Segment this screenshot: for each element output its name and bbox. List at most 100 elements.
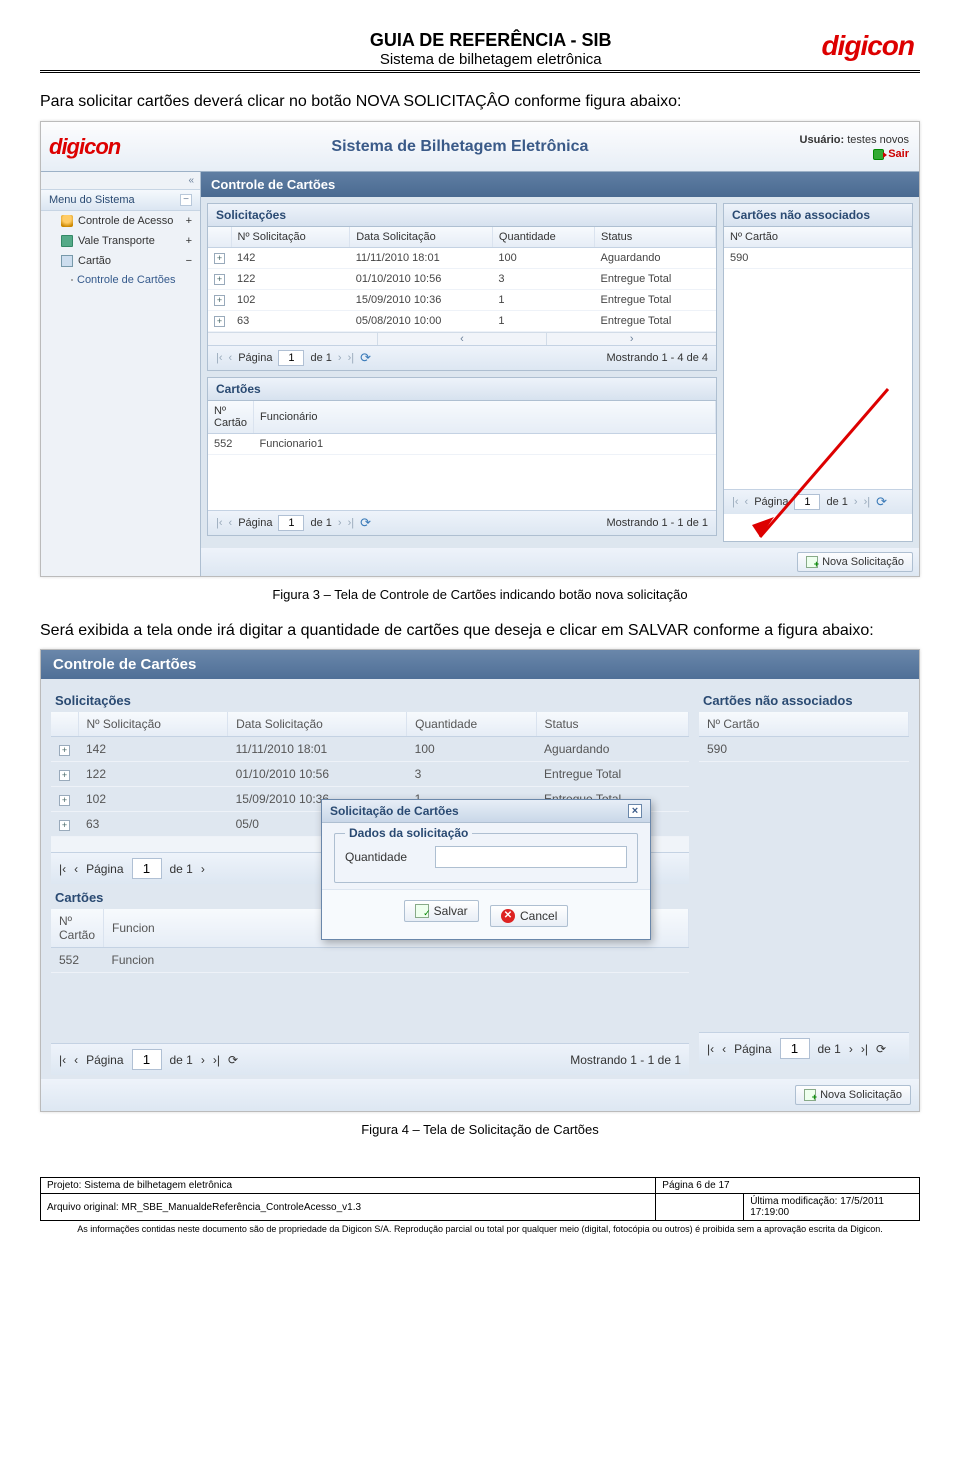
first-page-icon[interactable]: |‹ (732, 496, 739, 508)
salvar-button[interactable]: Salvar (404, 900, 479, 922)
expand-row-icon[interactable]: + (59, 745, 70, 756)
next-page-icon[interactable]: › (338, 517, 342, 529)
col-n-cartao[interactable]: Nº Cartão (724, 227, 912, 248)
menu-sub-controle-cartoes[interactable]: Controle de Cartões (41, 271, 200, 289)
col-n-cartao[interactable]: Nº Cartão (699, 712, 909, 737)
cancel-button[interactable]: ✕ Cancel (490, 905, 568, 927)
last-page-icon[interactable]: ›| (864, 496, 871, 508)
next-page-icon[interactable]: › (338, 352, 342, 364)
first-page-icon[interactable]: |‹ (216, 517, 223, 529)
fieldset-legend: Dados da solicitação (345, 826, 472, 840)
page-input[interactable] (278, 515, 304, 531)
page-input[interactable] (278, 350, 304, 366)
sidebar-collapse-icon[interactable]: « (41, 172, 200, 189)
scroll-left-icon[interactable]: ‹ (377, 333, 547, 345)
menu-sub-label: Controle de Cartões (77, 274, 175, 286)
cell-n: 142 (231, 247, 350, 268)
next-page-icon[interactable]: › (854, 496, 858, 508)
expand-row-icon[interactable]: + (214, 295, 225, 306)
prev-page-icon[interactable]: ‹ (74, 1053, 78, 1067)
col-data[interactable]: Data Solicitação (350, 227, 493, 248)
page-input[interactable] (780, 1038, 810, 1059)
col-qtd[interactable]: Quantidade (492, 227, 594, 248)
col-n-cartao[interactable]: Nº Cartão (208, 401, 254, 434)
last-page-icon[interactable]: ›| (348, 352, 355, 364)
nova-solicitacao-button-2[interactable]: Nova Solicitação (795, 1085, 911, 1105)
expand-row-icon[interactable]: + (214, 274, 225, 285)
table-row[interactable]: +6305/08/2010 10:001Entregue Total (208, 310, 716, 331)
last-page-icon[interactable]: ›| (861, 1042, 868, 1056)
next-page-icon[interactable]: › (849, 1042, 853, 1056)
menu-collapse-icon[interactable]: − (180, 194, 192, 206)
panel-title-2: Controle de Cartões (41, 650, 919, 679)
table-row[interactable]: 552Funcion (51, 948, 689, 973)
expand-row-icon[interactable]: + (214, 253, 225, 264)
table-row[interactable]: +14211/11/2010 18:01100Aguardando (51, 737, 689, 762)
app-logo: digicon (49, 134, 120, 160)
grid-title-solicitacoes: Solicitações (208, 204, 716, 227)
nova-label: Nova Solicitação (820, 1089, 902, 1101)
menu-item-vale[interactable]: Vale Transporte + (41, 231, 200, 251)
lock-icon (61, 215, 73, 227)
first-page-icon[interactable]: |‹ (707, 1042, 714, 1056)
last-page-icon[interactable]: ›| (348, 517, 355, 529)
modal-title-text: Solicitação de Cartões (330, 804, 459, 818)
reload-icon[interactable]: ⟳ (360, 515, 371, 531)
user-block: Usuário: testes novos Sair (800, 134, 909, 160)
prev-page-icon[interactable]: ‹ (229, 352, 233, 364)
nova-solicitacao-button[interactable]: Nova Solicitação (797, 552, 913, 572)
cell-qtd: 3 (492, 268, 594, 289)
table-row[interactable]: +12201/10/2010 10:563Entregue Total (208, 268, 716, 289)
col-n-solicitacao[interactable]: Nº Solicitação (231, 227, 350, 248)
page-input[interactable] (132, 1049, 162, 1070)
page-input[interactable] (794, 494, 820, 510)
col-data[interactable]: Data Solicitação (228, 712, 407, 737)
quantidade-input[interactable] (435, 846, 627, 868)
col-status[interactable]: Status (595, 227, 716, 248)
logout-label: Sair (888, 148, 909, 160)
expand-icon[interactable]: + (186, 215, 192, 227)
table-row[interactable]: 552 Funcionario1 (208, 433, 716, 454)
expand-row-icon[interactable]: + (59, 820, 70, 831)
reload-icon[interactable]: ⟳ (360, 350, 371, 366)
scroll-right-icon[interactable]: › (546, 333, 716, 345)
first-page-icon[interactable]: |‹ (216, 352, 223, 364)
expand-row-icon[interactable]: + (59, 795, 70, 806)
expand-row-icon[interactable]: + (59, 770, 70, 781)
col-n-solicitacao[interactable]: Nº Solicitação (78, 712, 228, 737)
table-row[interactable]: +12201/10/2010 10:563Entregue Total (51, 762, 689, 787)
table-row[interactable]: +10215/09/2010 10:361Entregue Total (208, 289, 716, 310)
doc-subtitle: Sistema de bilhetagem eletrônica (160, 51, 821, 68)
prev-page-icon[interactable]: ‹ (722, 1042, 726, 1056)
first-page-icon[interactable]: |‹ (59, 862, 66, 876)
prev-page-icon[interactable]: ‹ (745, 496, 749, 508)
reload-icon[interactable]: ⟳ (876, 1042, 886, 1056)
reload-icon[interactable]: ⟳ (876, 494, 887, 510)
prev-page-icon[interactable]: ‹ (74, 862, 78, 876)
next-page-icon[interactable]: › (201, 1053, 205, 1067)
prev-page-icon[interactable]: ‹ (229, 517, 233, 529)
pager-label: Página (86, 1053, 123, 1067)
pager-label: Página (754, 496, 788, 508)
collapse-icon[interactable]: − (186, 255, 192, 267)
col-status[interactable]: Status (536, 712, 688, 737)
menu-item-acesso[interactable]: Controle de Acesso + (41, 211, 200, 231)
expand-row-icon[interactable]: + (214, 316, 225, 327)
logout-link[interactable]: Sair (800, 148, 909, 160)
table-row[interactable]: +14211/11/2010 18:01100Aguardando (208, 247, 716, 268)
menu-item-cartao[interactable]: Cartão − (41, 251, 200, 271)
col-n-cartao[interactable]: Nº Cartão (51, 909, 104, 948)
reload-icon[interactable]: ⟳ (228, 1053, 238, 1067)
expand-icon[interactable]: + (186, 235, 192, 247)
close-icon[interactable]: × (628, 804, 642, 818)
first-page-icon[interactable]: |‹ (59, 1053, 66, 1067)
table-row[interactable]: 590 (699, 737, 909, 762)
col-qtd[interactable]: Quantidade (407, 712, 536, 737)
col-func[interactable]: Funcionário (254, 401, 716, 434)
cell-func: Funcionario1 (254, 433, 716, 454)
table-row[interactable]: 590 (724, 247, 912, 268)
last-page-icon[interactable]: ›| (213, 1053, 220, 1067)
projeto-label: Projeto: (47, 1180, 81, 1191)
page-input[interactable] (132, 858, 162, 879)
next-page-icon[interactable]: › (201, 862, 205, 876)
